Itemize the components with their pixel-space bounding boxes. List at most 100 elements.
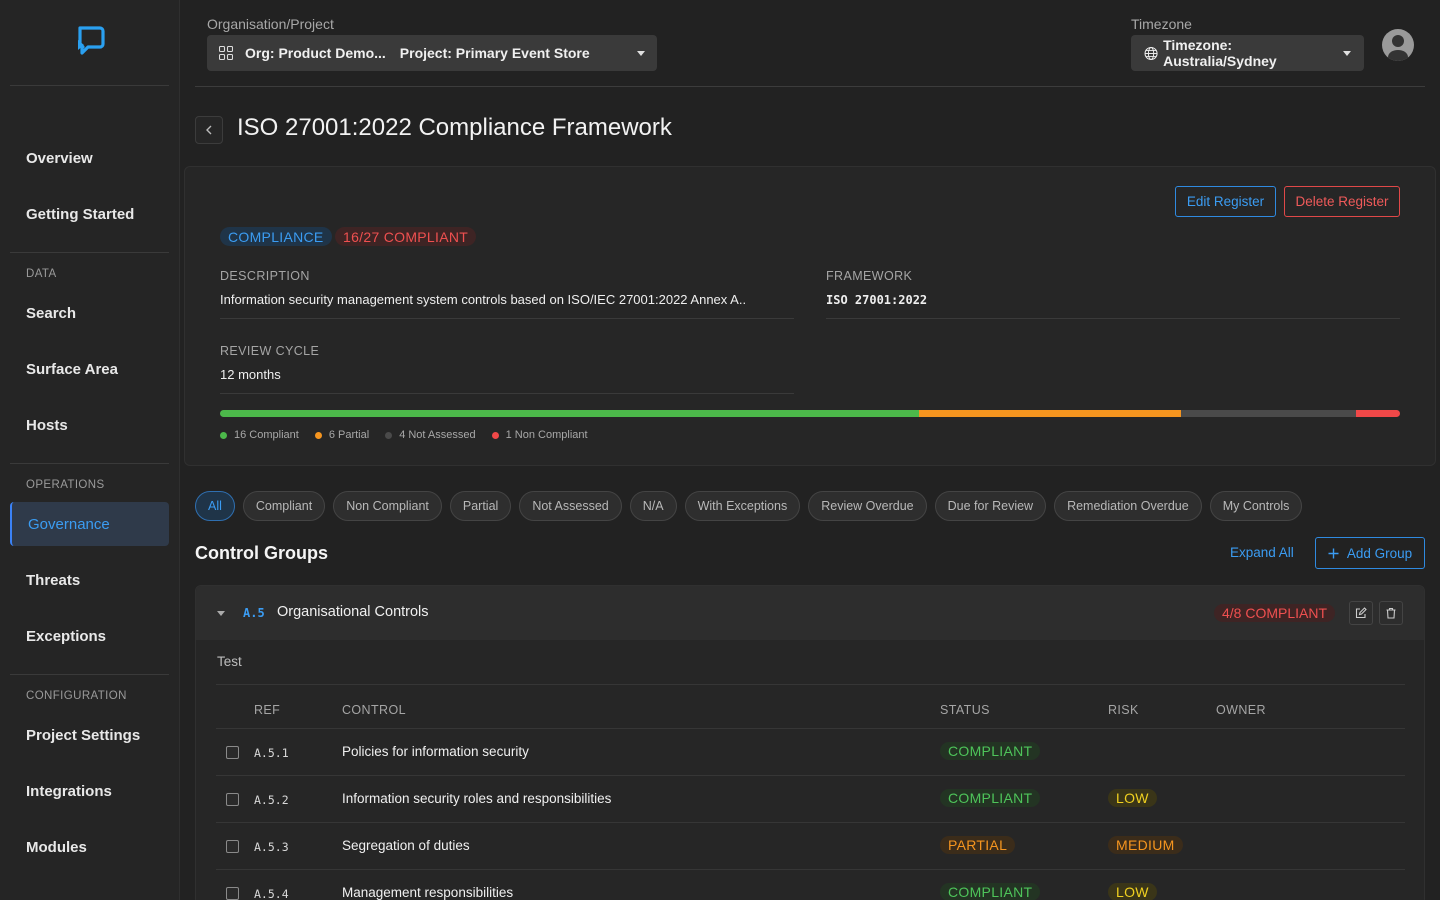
filter-chip-all[interactable]: All [195, 491, 235, 521]
legend-dot-icon [491, 431, 499, 439]
sidebar-item-overview[interactable]: Overview [10, 136, 169, 180]
control-group: A.5 Organisational Controls 4/8 COMPLIAN… [195, 585, 1425, 900]
progress-segment [919, 410, 1182, 417]
control-name[interactable]: Segregation of duties [342, 838, 470, 853]
table-row[interactable]: A.5.3 Segregation of duties PARTIAL MEDIUM [216, 823, 1405, 870]
row-checkbox[interactable] [226, 840, 239, 853]
control-name[interactable]: Information security roles and responsib… [342, 791, 611, 806]
sidebar-section-data: DATA [26, 268, 57, 280]
progress-segment [1181, 410, 1357, 417]
back-button[interactable] [195, 116, 223, 144]
control-name[interactable]: Policies for information security [342, 744, 529, 759]
group-ref: A.5 [243, 606, 265, 620]
sidebar-item-surface-area[interactable]: Surface Area [10, 347, 169, 391]
status-badge: COMPLIANT [940, 742, 1041, 760]
add-group-button[interactable]: Add Group [1315, 537, 1425, 569]
sidebar: Overview Getting Started DATA Search Sur… [0, 0, 180, 900]
framework-label: FRAMEWORK [826, 269, 913, 283]
sidebar-item-integrations[interactable]: Integrations [10, 769, 169, 813]
column-header-ref[interactable]: REF [254, 703, 280, 717]
sidebar-item-modules[interactable]: Modules [10, 825, 169, 869]
delete-group-button[interactable] [1379, 601, 1403, 625]
table-row[interactable]: A.5.4 Management responsibilities COMPLIAN… [216, 870, 1405, 900]
description-label: DESCRIPTION [220, 269, 310, 283]
globe-icon [1144, 46, 1158, 60]
filter-chip-partial[interactable]: Partial [449, 491, 512, 521]
field-divider [826, 318, 1400, 319]
risk-badge: LOW [1108, 883, 1157, 900]
review-cycle-value: 12 months [220, 367, 281, 382]
sidebar-item-threats[interactable]: Threats [10, 558, 169, 602]
sidebar-item-exceptions[interactable]: Exceptions [10, 614, 169, 658]
table-row[interactable]: A.5.1 Policies for information security CO… [216, 729, 1405, 776]
edit-register-button[interactable]: Edit Register [1175, 186, 1276, 217]
filter-chip-non-compliant[interactable]: Non Compliant [333, 491, 442, 521]
table-row[interactable]: A.5.2 Information security roles and resp… [216, 776, 1405, 823]
project-value: Project: Primary Event Store [399, 45, 590, 61]
legend-dot-icon [385, 431, 393, 439]
filter-chip-remediation-overdue[interactable]: Remediation Overdue [1054, 491, 1202, 521]
chevron-down-icon [1343, 50, 1351, 56]
app-logo-icon[interactable] [74, 24, 108, 58]
filter-chip-compliant[interactable]: Compliant [242, 491, 326, 521]
plus-icon [1328, 548, 1339, 558]
header-divider [195, 86, 1425, 87]
grid-icon [219, 46, 233, 60]
column-header-risk[interactable]: RISK [1108, 703, 1139, 717]
filter-chip-not-assessed[interactable]: Not Assessed [519, 491, 622, 521]
user-avatar-icon[interactable] [1382, 29, 1414, 61]
filter-chip-my-controls[interactable]: My Controls [1209, 491, 1303, 521]
compliance-summary-badge: 16/27 COMPLIANT [335, 227, 477, 246]
expand-all-link[interactable]: Expand All [1230, 545, 1294, 560]
legend-label: 16 Compliant [234, 429, 299, 441]
filter-chip-review-overdue[interactable]: Review Overdue [808, 491, 927, 521]
org-project-select[interactable]: Org: Product Demo... Project: Primary Ev… [207, 35, 657, 71]
column-header-status[interactable]: STATUS [940, 703, 990, 717]
control-group-header[interactable]: A.5 Organisational Controls 4/8 COMPLIAN… [196, 586, 1424, 640]
timezone-value: Timezone: Australia/Sydney [1163, 37, 1277, 69]
chevron-down-icon [637, 50, 645, 56]
filter-chip-with-exceptions[interactable]: With Exceptions [684, 491, 801, 521]
sidebar-item-hosts[interactable]: Hosts [10, 403, 169, 447]
column-header-owner[interactable]: OWNER [1216, 703, 1266, 717]
legend-dot-icon [314, 431, 322, 439]
legend-label: 1 Non Compliant [505, 429, 588, 441]
legend-label: 4 Not Assessed [399, 429, 476, 441]
risk-badge: LOW [1108, 789, 1157, 807]
edit-group-button[interactable] [1349, 601, 1373, 625]
status-badge: COMPLIANT [940, 789, 1041, 807]
filter-chip-n-a[interactable]: N/A [629, 491, 677, 521]
row-checkbox[interactable] [226, 746, 239, 759]
compliance-progress-bar [220, 410, 1400, 417]
edit-icon [1355, 607, 1367, 619]
delete-register-button[interactable]: Delete Register [1284, 186, 1400, 217]
progress-segment [220, 410, 920, 417]
control-ref: A.5.1 [254, 746, 289, 760]
legend-label: 6 Partial [328, 429, 370, 441]
legend-item: 1 Non Compliant [491, 429, 588, 441]
control-ref: A.5.2 [254, 793, 289, 807]
row-checkbox[interactable] [226, 793, 239, 806]
column-header-control[interactable]: CONTROL [342, 703, 406, 717]
sidebar-item-getting-started[interactable]: Getting Started [10, 192, 169, 236]
row-checkbox[interactable] [226, 887, 239, 900]
description-value: Information security management system c… [220, 292, 747, 307]
risk-badge: MEDIUM [1108, 836, 1183, 854]
sidebar-divider [10, 85, 169, 86]
control-name[interactable]: Management responsibilities [342, 885, 513, 900]
sidebar-item-project-settings[interactable]: Project Settings [10, 713, 169, 757]
timezone-select[interactable]: Timezone: Australia/Sydney [1131, 35, 1364, 71]
sidebar-item-governance[interactable]: Governance [10, 502, 169, 546]
org-value: Org: Product Demo... [245, 45, 386, 61]
add-group-label: Add Group [1346, 545, 1413, 561]
sidebar-item-search[interactable]: Search [10, 291, 169, 335]
sidebar-divider [10, 252, 169, 253]
legend-item: 6 Partial [314, 429, 370, 441]
trash-icon [1386, 607, 1396, 619]
group-description: Test [217, 654, 242, 669]
caret-down-icon[interactable] [217, 611, 225, 616]
filter-chip-due-for-review[interactable]: Due for Review [934, 491, 1047, 521]
legend-dot-icon [220, 431, 227, 439]
field-divider [220, 318, 794, 319]
status-badge: PARTIAL [940, 836, 1016, 854]
